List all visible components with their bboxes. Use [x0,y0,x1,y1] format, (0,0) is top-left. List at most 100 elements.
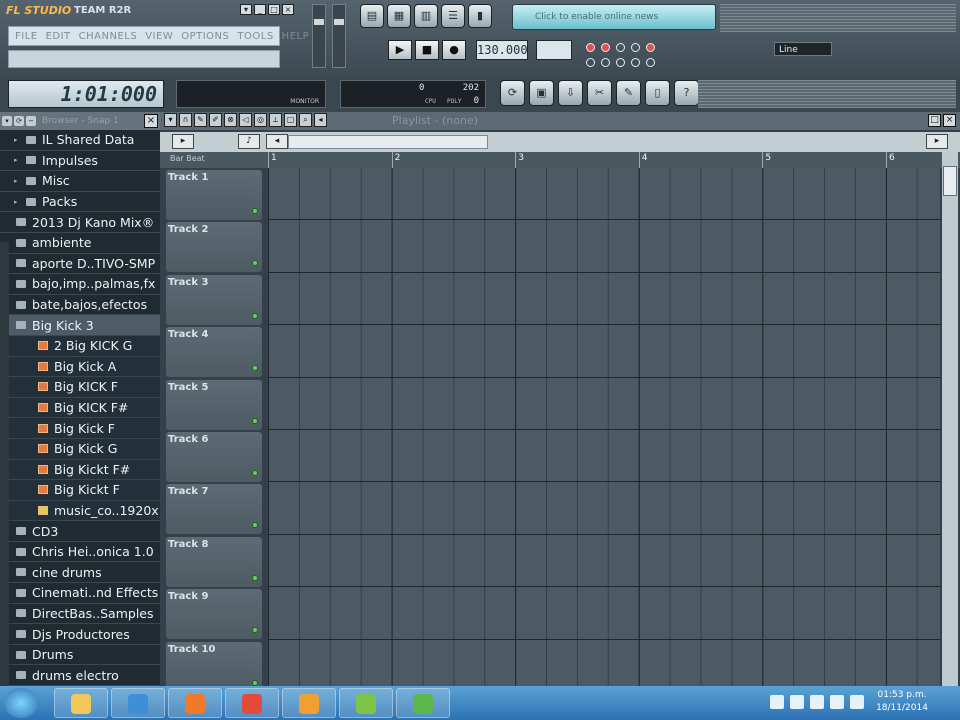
browser-folder-item[interactable]: ▸2013 Dj Kano Mix® [0,212,160,233]
browser-collapse-icon[interactable]: − [26,116,36,126]
vertical-scrollbar-thumb[interactable] [943,166,957,196]
document-icon[interactable]: ▯ [645,80,670,106]
track-grid[interactable] [268,272,940,326]
tempo-display[interactable]: 130.000 [476,40,528,60]
maximize-button[interactable]: □ [268,4,280,15]
playlist-maximize-button[interactable]: □ [928,114,941,127]
browser-folder-item[interactable]: ▸cine drums [0,562,160,584]
track-grid[interactable] [268,168,940,221]
stop-button[interactable]: ■ [415,40,439,60]
tray-network-icon[interactable] [770,695,784,709]
track-header[interactable]: Track 4 [166,327,262,378]
track-header[interactable]: Track 10 [166,641,262,692]
browser-button[interactable]: ☰ [441,4,465,28]
multilink-toggle[interactable] [616,58,625,67]
browser-folder-item[interactable]: ▸ Misc [0,171,160,192]
menu-item[interactable]: HELP [282,31,309,42]
browser-file-item[interactable]: Big Kick G [0,438,160,460]
play-button[interactable]: ▶ [388,40,412,60]
refresh-icon[interactable]: ⟳ [500,80,525,106]
browser-file-item[interactable]: 2 Big KICK G [0,335,160,357]
track-header[interactable]: Track 7 [166,484,262,535]
track-mute-led[interactable] [252,679,258,686]
taskbar-app[interactable] [111,688,165,718]
metronome-toggle[interactable] [586,43,595,52]
online-news-box[interactable]: Click to enable online news [512,4,716,30]
menu-item[interactable]: TOOLS [237,31,273,42]
menu-item[interactable]: CHANNELS [79,31,138,42]
slice-tool-icon[interactable]: ⟂ [269,113,282,127]
taskbar-app[interactable] [168,688,222,718]
menu-item[interactable]: FILE [15,31,38,42]
record-button[interactable]: ● [442,40,466,60]
scroll-right-icon[interactable]: ▸ [926,134,948,149]
step-sequencer-button[interactable]: ▦ [387,4,411,28]
track-header[interactable]: Track 1 [166,170,262,220]
browser-file-item[interactable]: Big Kickt F [0,480,160,501]
minimize-button[interactable]: _ [254,4,266,15]
start-button[interactable] [4,688,38,718]
track-header[interactable]: Track 2 [166,222,262,273]
track-mute-led[interactable] [252,365,258,372]
browser-file-item[interactable]: Big KICK F [0,377,160,398]
master-pitch-slider[interactable] [332,4,346,68]
snap-toggle[interactable] [646,58,655,67]
countdown-toggle[interactable] [616,43,625,52]
taskbar-app[interactable] [282,688,336,718]
tray-display-icon[interactable] [830,695,844,709]
browser-folder-item[interactable]: ▸drums electro [0,665,160,687]
track-grid[interactable] [268,377,940,430]
browser-folder-item[interactable]: ▾Big Kick 3 [0,315,160,336]
typing-keyboard-toggle[interactable] [646,43,655,52]
zoom-tool-icon[interactable]: ⌕ [299,113,312,127]
scroll-left-icon[interactable]: ◂ [266,134,288,149]
wait-input-toggle[interactable] [601,43,610,52]
delete-tool-icon[interactable]: ⊗ [224,113,237,127]
taskbar-app[interactable] [339,688,393,718]
browser-folder-item[interactable]: ▸ IL Shared Data [0,130,160,151]
audio-clip-icon[interactable]: ♪ [238,134,260,149]
playlist-window-button[interactable]: ▤ [360,4,384,28]
browser-file-item[interactable]: Big Kick A [0,356,160,378]
browser-folder-item[interactable]: ▸CD3 [0,521,160,542]
track-header[interactable]: Track 9 [166,589,262,640]
tools-icon[interactable]: ✎ [616,80,641,106]
cut-icon[interactable]: ✂ [587,80,612,106]
horizontal-scrollbar[interactable] [288,135,488,149]
taskbar-app[interactable] [54,688,108,718]
browser-folder-item[interactable]: ▸Drums [0,645,160,666]
slip-tool-icon[interactable]: ◎ [254,113,267,127]
playlist-menu-icon[interactable]: ▾ [164,113,177,127]
piano-roll-button[interactable]: ▥ [414,4,438,28]
track-grid[interactable] [268,220,940,273]
track-grid[interactable] [268,639,940,692]
browser-folder-item[interactable]: ▸bate,bajos,efectos [0,295,160,316]
volume-icon[interactable] [850,695,864,709]
expand-arrow-icon[interactable]: ▸ [14,177,22,185]
track-header[interactable]: Track 3 [166,274,262,325]
pattern-clip-icon[interactable]: ▸ [172,134,194,149]
loop-record-toggle[interactable] [601,58,610,67]
overview-toggle[interactable] [631,58,640,67]
blend-recording-toggle[interactable] [586,58,595,67]
browser-file-item[interactable]: Big Kick F [0,418,160,439]
master-volume-slider[interactable] [312,4,326,68]
time-ruler[interactable]: Bar Beat 1 2 3 4 5 6 [160,152,960,168]
save-icon[interactable]: ▣ [529,80,554,106]
taskbar-app[interactable] [225,688,279,718]
taskbar-app[interactable] [396,688,450,718]
paint-tool-icon[interactable]: ✐ [209,113,222,127]
browser-folder-item[interactable]: ▸ Packs [0,192,160,213]
tray-app-icon[interactable] [790,695,804,709]
vertical-scrollbar[interactable] [942,152,958,686]
track-header[interactable]: Track 5 [166,379,262,430]
track-mute-led[interactable] [252,417,258,424]
track-grid[interactable] [268,587,940,640]
mute-tool-icon[interactable]: ◁ [239,113,252,127]
track-mute-led[interactable] [252,574,258,581]
track-header[interactable]: Track 6 [166,432,262,482]
playback-tool-icon[interactable]: ◂ [314,113,327,127]
song-position-display[interactable]: 1:01:000 [8,80,164,108]
browser-folder-item[interactable]: ▸Cinemati..nd Effects [0,583,160,604]
track-header[interactable]: Track 8 [166,536,262,587]
